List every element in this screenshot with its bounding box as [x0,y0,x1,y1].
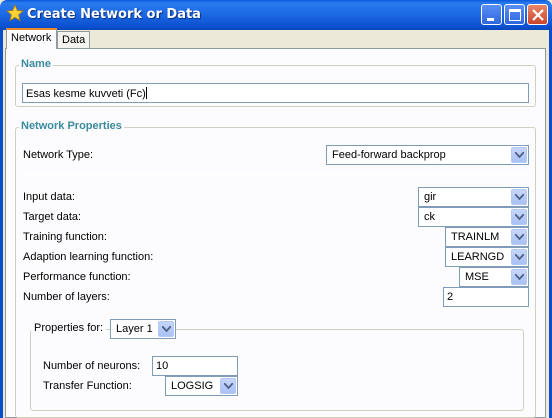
transfer-function-label: Transfer Function: [43,380,132,392]
chevron-down-icon [511,229,527,245]
chevron-down-icon [158,321,174,337]
transfer-function-select[interactable]: LOGSIG [165,376,238,396]
network-type-label: Network Type: [23,149,94,161]
close-button[interactable] [527,4,548,25]
network-name-input[interactable]: Esas kesme kuvveti (Fc) [22,83,529,103]
num-neurons-input[interactable]: 10 [152,356,238,376]
name-legend: Name [19,58,53,70]
chevron-down-icon [511,189,527,205]
num-layers-input[interactable]: 2 [443,287,529,307]
target-data-select[interactable]: ck [418,207,529,227]
layer-value: Layer 1 [116,323,153,335]
network-properties-legend: Network Properties [19,120,124,132]
network-type-select[interactable]: Feed-forward backprop [326,145,529,165]
performance-function-label: Performance function: [23,271,131,283]
adaption-function-label: Adaption learning function: [23,251,154,263]
performance-function-select[interactable]: MSE [459,267,529,287]
tab-network[interactable]: Network [6,28,57,49]
performance-function-value: MSE [465,271,489,283]
training-function-select[interactable]: TRAINLM [445,227,529,247]
chevron-down-icon [511,269,527,285]
adaption-function-value: LEARNGD [451,251,505,263]
chevron-down-icon [511,209,527,225]
target-data-value: ck [424,211,435,223]
adaption-function-select[interactable]: LEARNGD [445,247,529,267]
maximize-button[interactable] [504,4,525,25]
input-data-label: Input data: [23,191,75,203]
layer-select[interactable]: Layer 1 [110,319,176,339]
minimize-button[interactable] [481,4,502,25]
num-neurons-label: Number of neurons: [43,360,141,372]
close-icon [532,9,544,21]
transfer-function-value: LOGSIG [171,380,214,392]
chevron-down-icon [220,378,236,394]
target-data-label: Target data: [23,211,82,223]
properties-for-label: Properties for: [31,322,107,334]
num-layers-value: 2 [447,291,454,303]
chevron-down-icon [511,147,527,163]
divider [22,174,529,175]
minimize-icon [487,18,494,21]
star-icon [6,3,24,22]
window-title: Create Network or Data [27,7,201,22]
num-layers-label: Number of layers: [23,291,110,303]
training-function-value: TRAINLM [451,231,500,243]
network-type-value: Feed-forward backprop [332,149,446,161]
input-data-select[interactable]: gir [418,187,529,207]
input-data-value: gir [424,191,437,203]
title-bar: Create Network or Data [0,0,552,30]
network-name-value: Esas kesme kuvveti (Fc) [26,88,146,100]
maximize-icon [509,9,521,21]
training-function-label: Training function: [23,231,107,243]
num-neurons-value: 10 [156,360,169,372]
chevron-down-icon [511,249,527,265]
text-cursor [145,87,147,99]
